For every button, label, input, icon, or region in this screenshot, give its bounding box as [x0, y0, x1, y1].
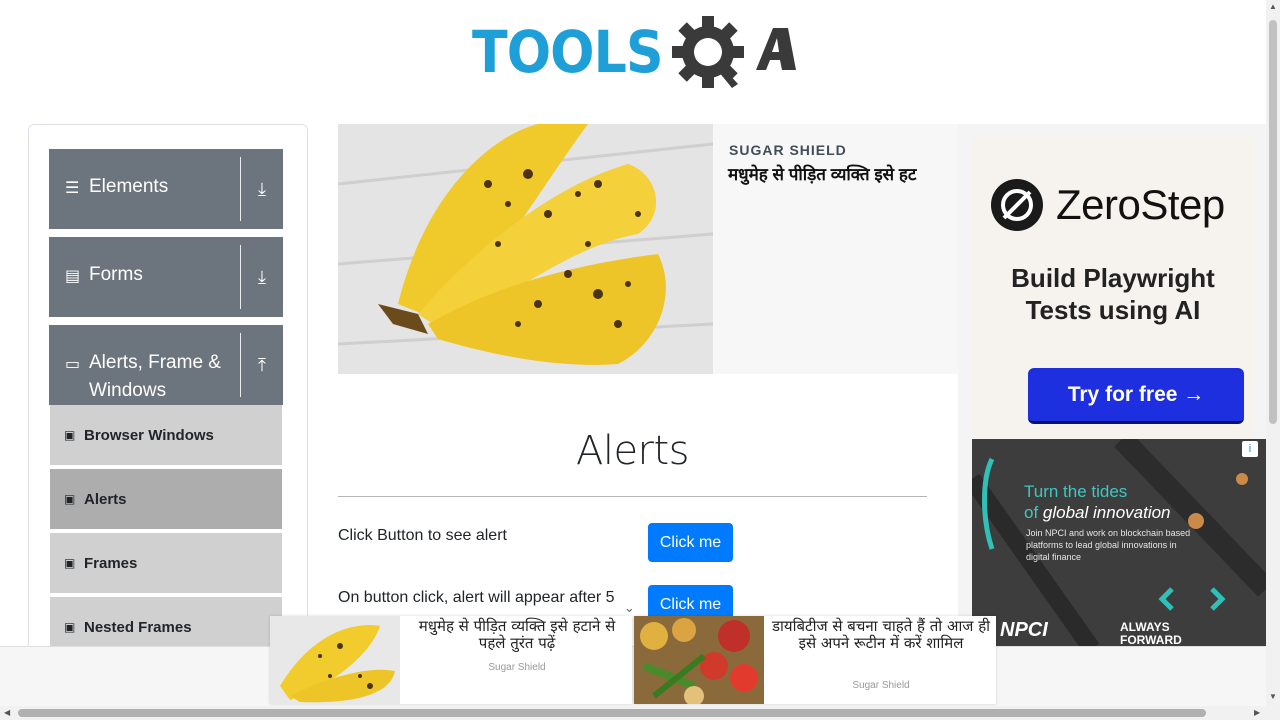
toolsqa-logo[interactable]: TOOLS — [472, 14, 802, 94]
sidebar-item-frames[interactable]: ▣ Frames — [50, 533, 282, 595]
bottom-ad-1-source: Sugar Shield — [488, 662, 546, 673]
sidebar-item-label: Browser Windows — [84, 426, 214, 444]
npci-logo: NPCI — [1000, 619, 1048, 641]
zerostep-logo: ZeroStep — [990, 178, 1225, 232]
vegetables-thumb-image — [634, 616, 764, 704]
sidebar-group-forms[interactable]: ▤ Forms ⤓ — [49, 237, 283, 317]
item-icon: ▣ — [64, 428, 76, 442]
scroll-down-icon[interactable]: ▼ — [1269, 692, 1277, 701]
item-icon: ▣ — [64, 620, 76, 634]
group-label: Alerts, Frame & Windows — [89, 352, 221, 401]
document-icon: ▤ — [65, 268, 81, 285]
sidebar-group-elements[interactable]: ☰ Elements ⤓ — [49, 149, 283, 229]
try-for-free-button[interactable]: Try for free → — [1028, 368, 1244, 424]
zerostep-tagline: Build Playwright Tests using AI — [972, 262, 1254, 326]
bottom-ad-1-text[interactable]: मधुमेह से पीड़ित व्यक्ति इसे हटाने से पह… — [404, 618, 630, 652]
vertical-scrollbar[interactable]: ▲ ▼ — [1266, 0, 1280, 720]
banana-illustration — [338, 124, 713, 374]
vegetables-thumbnail — [634, 616, 764, 704]
horizontal-scrollbar[interactable]: ◀ ▶ — [0, 706, 1266, 720]
title-divider — [338, 496, 927, 497]
horizontal-scroll-thumb[interactable] — [18, 709, 1206, 717]
logo-text: TOOLS — [472, 18, 664, 86]
zerostep-logo-icon — [991, 179, 1043, 231]
item-icon: ▣ — [64, 556, 76, 570]
zerostep-ad[interactable]: ZeroStep Build Playwright Tests using AI… — [972, 138, 1254, 438]
sidebar-group-alerts-frame-windows[interactable]: ▭ Alerts, Frame & Windows ⤒ — [49, 325, 283, 405]
adchoices-icon[interactable]: i — [1242, 441, 1258, 457]
page: TOOLS ☰ Elements ⤓ ▤ Forms ⤓ ▭ Alerts, F… — [0, 0, 1280, 720]
scroll-up-icon[interactable]: ▲ — [1269, 2, 1277, 11]
scroll-right-icon[interactable]: ▶ — [1254, 708, 1260, 717]
ad-headline[interactable]: मधुमेह से पीड़ित व्यक्ति इसे हट — [728, 162, 916, 185]
sidebar-item-browser-windows[interactable]: ▣ Browser Windows — [50, 405, 282, 467]
ad-brand: SUGAR SHIELD — [729, 142, 847, 158]
bottom-ad-2[interactable]: डायबिटीज से बचना चाहते हैं तो आज ही इसे … — [634, 616, 996, 704]
list-icon: ☰ — [65, 180, 80, 197]
npci-ad[interactable]: i Turn the tides of global innovation Jo… — [972, 439, 1266, 649]
zerostep-name: ZeroStep — [1056, 181, 1225, 228]
banana-thumb-image — [270, 616, 400, 704]
page-title: Alerts — [575, 428, 690, 474]
download-arrow-icon[interactable]: ⤓ — [241, 237, 283, 288]
group-label: Elements — [89, 176, 169, 197]
sidebar-item-label: Frames — [84, 554, 138, 572]
sidebar-item-label: Alerts — [84, 490, 127, 508]
gear-qa-logo-icon — [672, 16, 796, 88]
alert-button[interactable]: Click me — [648, 523, 733, 562]
left-sidebar: ☰ Elements ⤓ ▤ Forms ⤓ ▭ Alerts, Frame & Wi… — [28, 124, 308, 684]
group-label: Forms — [89, 264, 143, 285]
chevron-down-icon: ⌄ — [624, 600, 635, 615]
npci-title: Turn the tides of global innovation — [1024, 481, 1171, 523]
vertical-scroll-thumb[interactable] — [1269, 20, 1277, 424]
bottom-ad-2-text[interactable]: डायबिटीज से बचना चाहते हैं तो आज ही इसे … — [768, 618, 994, 652]
window-icon: ▭ — [65, 356, 81, 373]
npci-title-prefix: of — [1024, 503, 1043, 522]
tagline-line-1: Build Playwright — [1011, 263, 1215, 293]
sidebar-item-label: Nested Frames — [84, 618, 192, 636]
banana-thumbnail — [270, 616, 400, 704]
npci-slogan: ALWAYS FORWARD — [1120, 621, 1182, 647]
alert-row-label: Click Button to see alert — [338, 527, 507, 544]
sidebar-item-alerts[interactable]: ▣ Alerts — [50, 469, 282, 531]
banana-image — [338, 124, 713, 374]
scroll-left-icon[interactable]: ◀ — [4, 708, 10, 717]
timer-alert-row-label: On button click, alert will appear after… — [338, 589, 615, 606]
download-arrow-icon[interactable]: ⤓ — [241, 149, 283, 200]
bottom-ad-1[interactable]: मधुमेह से पीड़ित व्यक्ति इसे हटाने से पह… — [270, 616, 632, 704]
right-ad-panel: ZeroStep Build Playwright Tests using AI… — [958, 124, 1266, 649]
bottom-ad-2-source: Sugar Shield — [852, 680, 910, 691]
npci-title-line-1: Turn the tides — [1024, 482, 1128, 501]
tagline-line-2: Tests using AI — [1025, 295, 1201, 325]
npci-body: Join NPCI and work on blockchain based p… — [1026, 528, 1191, 562]
upload-arrow-icon[interactable]: ⤒ — [241, 325, 283, 376]
npci-title-em: global innovation — [1042, 503, 1171, 522]
bottom-ad-bar — [0, 646, 1266, 706]
sugar-shield-ad[interactable]: SUGAR SHIELD मधुमेह से पीड़ित व्यक्ति इस… — [338, 124, 958, 374]
item-icon: ▣ — [64, 492, 76, 506]
